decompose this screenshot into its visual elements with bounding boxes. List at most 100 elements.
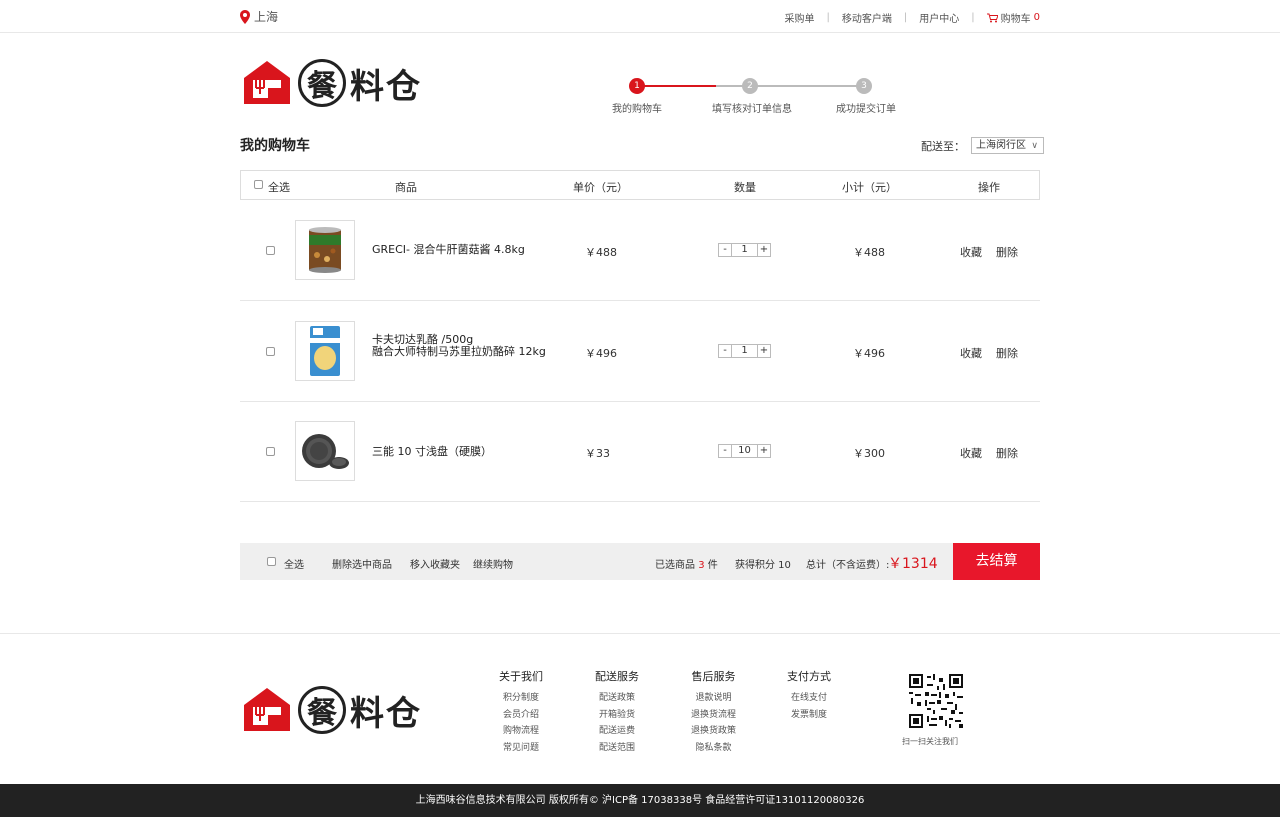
delete-selected-link[interactable]: 删除选中商品 (332, 556, 392, 571)
nav-divider: | (903, 12, 908, 23)
favorite-link[interactable]: 收藏 (960, 445, 982, 461)
delete-link[interactable]: 删除 (996, 445, 1018, 461)
footer-link[interactable]: 会员介绍 (499, 707, 543, 724)
select-all-checkbox-bottom[interactable] (267, 557, 276, 566)
site-footer: 餐 料仓 关于我们 积分制度 会员介绍 购物流程 常见问题 配送服务 配送政策 … (0, 633, 1280, 783)
footer-link[interactable]: 发票制度 (787, 707, 831, 724)
footer-link[interactable]: 购物流程 (499, 723, 543, 740)
location-pin-icon (240, 9, 250, 24)
quantity-input[interactable]: 10 (731, 445, 758, 457)
qr-label: 扫一扫关注我们 (902, 737, 958, 746)
increase-button[interactable]: + (758, 244, 770, 256)
footer-link[interactable]: 在线支付 (787, 690, 831, 707)
house-fork-logo-icon (244, 61, 290, 104)
checkout-button[interactable]: 去结算 (953, 543, 1040, 580)
header-quantity: 数量 (734, 181, 756, 194)
footer-col-title: 配送服务 (595, 670, 639, 683)
nav-mobile-client[interactable]: 移动客户端 (842, 10, 892, 25)
shipping-label: 配送至： (921, 139, 965, 153)
step-1-label: 我的购物车 (612, 104, 662, 115)
location-label: 上海 (254, 10, 279, 24)
footer-link[interactable]: 配送范围 (595, 740, 639, 757)
select-all-checkbox-top[interactable] (254, 180, 263, 189)
footer-col-title: 关于我们 (499, 670, 543, 683)
header-product: 商品 (395, 181, 417, 194)
product-thumbnail-cheese-bag[interactable] (295, 321, 355, 381)
cart-count: 0 (1033, 12, 1040, 23)
location-selector[interactable]: 上海 (240, 8, 278, 25)
unit-price: ￥496 (585, 347, 617, 360)
nav-divider: | (826, 12, 830, 23)
nav-user-center[interactable]: 用户中心 (919, 10, 959, 25)
selected-prefix: 已选商品 (655, 560, 695, 571)
footer-col-delivery: 配送服务 配送政策 开箱验货 配送运费 配送范围 (595, 668, 639, 756)
subtotal: ￥300 (853, 447, 885, 460)
qr-code-icon (909, 674, 963, 728)
footer-link[interactable]: 配送政策 (595, 690, 639, 707)
step-3-dot: 3 (856, 78, 872, 94)
footer-link[interactable]: 隐私条款 (691, 740, 736, 757)
footer-link[interactable]: 配送运费 (595, 723, 639, 740)
product-name[interactable]: 三能 10 寸浅盘（硬膜） (372, 445, 492, 458)
site-logo[interactable]: 餐 料仓 (240, 58, 422, 108)
progress-line-inactive (716, 85, 864, 87)
logo-text: 料仓 (350, 66, 422, 107)
cart-icon (986, 13, 998, 22)
logo-char-circle: 餐 (298, 686, 346, 734)
row-checkbox[interactable] (266, 447, 275, 456)
footer-col-title: 支付方式 (787, 670, 831, 683)
footer-link[interactable]: 开箱验货 (595, 707, 639, 724)
product-name-line-2[interactable]: 融合大师特制马苏里拉奶酪碎 12kg (372, 345, 546, 358)
move-to-favorites-link[interactable]: 移入收藏夹 (410, 556, 460, 571)
increase-button[interactable]: + (758, 445, 770, 457)
nav-cart[interactable]: 购物车 0 (986, 10, 1040, 25)
summary-select-all[interactable]: 全选 (284, 556, 304, 571)
footer-link[interactable]: 退款说明 (691, 690, 736, 707)
top-nav: 采购单 | 移动客户端 | 用户中心 | 购物车 0 (785, 10, 1041, 25)
footer-link[interactable]: 退换货流程 (691, 707, 736, 724)
nav-purchase-list[interactable]: 采购单 (785, 10, 815, 25)
cart-label: 购物车 (1000, 14, 1031, 25)
page-title: 我的购物车 (240, 138, 310, 154)
quantity-stepper: - 10 + (718, 444, 771, 458)
shipping-region-value: 上海闵行区 (976, 140, 1026, 151)
favorite-link[interactable]: 收藏 (960, 345, 982, 361)
footer-link[interactable]: 常见问题 (499, 740, 543, 757)
delete-link[interactable]: 删除 (996, 345, 1018, 361)
header-actions: 操作 (978, 181, 1000, 194)
sauce-can-image (309, 227, 341, 273)
quantity-stepper: - 1 + (718, 344, 771, 358)
continue-shopping-link[interactable]: 继续购物 (473, 556, 513, 571)
selected-items-info: 已选商品 3 件 (655, 556, 718, 571)
checkout-progress: 1 2 3 我的购物车 填写核对订单信息 成功提交订单 (600, 78, 920, 118)
header-select-all: 全选 (268, 181, 290, 194)
footer-link[interactable]: 退换货政策 (691, 723, 736, 740)
product-name[interactable]: GRECI- 混合牛肝菌菇酱 4.8kg (372, 243, 525, 256)
shipping-destination: 配送至： 上海闵行区 ∨ (921, 137, 1044, 154)
footer-col-aftersale: 售后服务 退款说明 退换货流程 退换货政策 隐私条款 (691, 668, 736, 756)
unit-price: ￥488 (585, 246, 617, 259)
decrease-button[interactable]: - (719, 244, 731, 256)
logo-text: 料仓 (350, 693, 422, 734)
row-checkbox[interactable] (266, 246, 275, 255)
footer-link[interactable]: 积分制度 (499, 690, 543, 707)
footer-logo[interactable]: 餐 料仓 (240, 685, 422, 735)
header-subtotal: 小计（元） (842, 181, 897, 194)
step-2-label: 填写核对订单信息 (712, 104, 792, 115)
cart-row: GRECI- 混合牛肝菌菇酱 4.8kg ￥488 - 1 + ￥488 收藏 … (240, 200, 1040, 301)
decrease-button[interactable]: - (719, 345, 731, 357)
progress-line-active (636, 85, 716, 87)
decrease-button[interactable]: - (719, 445, 731, 457)
product-thumbnail-sauce-can[interactable] (295, 220, 355, 280)
product-thumbnail-baking-pan[interactable] (295, 421, 355, 481)
cheese-bag-image (310, 326, 340, 376)
quantity-input[interactable]: 1 (731, 244, 758, 256)
row-checkbox[interactable] (266, 347, 275, 356)
increase-button[interactable]: + (758, 345, 770, 357)
subtotal: ￥488 (853, 246, 885, 259)
quantity-input[interactable]: 1 (731, 345, 758, 357)
selected-count: 3 (698, 560, 705, 571)
favorite-link[interactable]: 收藏 (960, 244, 982, 260)
shipping-region-select[interactable]: 上海闵行区 ∨ (971, 137, 1044, 154)
delete-link[interactable]: 删除 (996, 244, 1018, 260)
